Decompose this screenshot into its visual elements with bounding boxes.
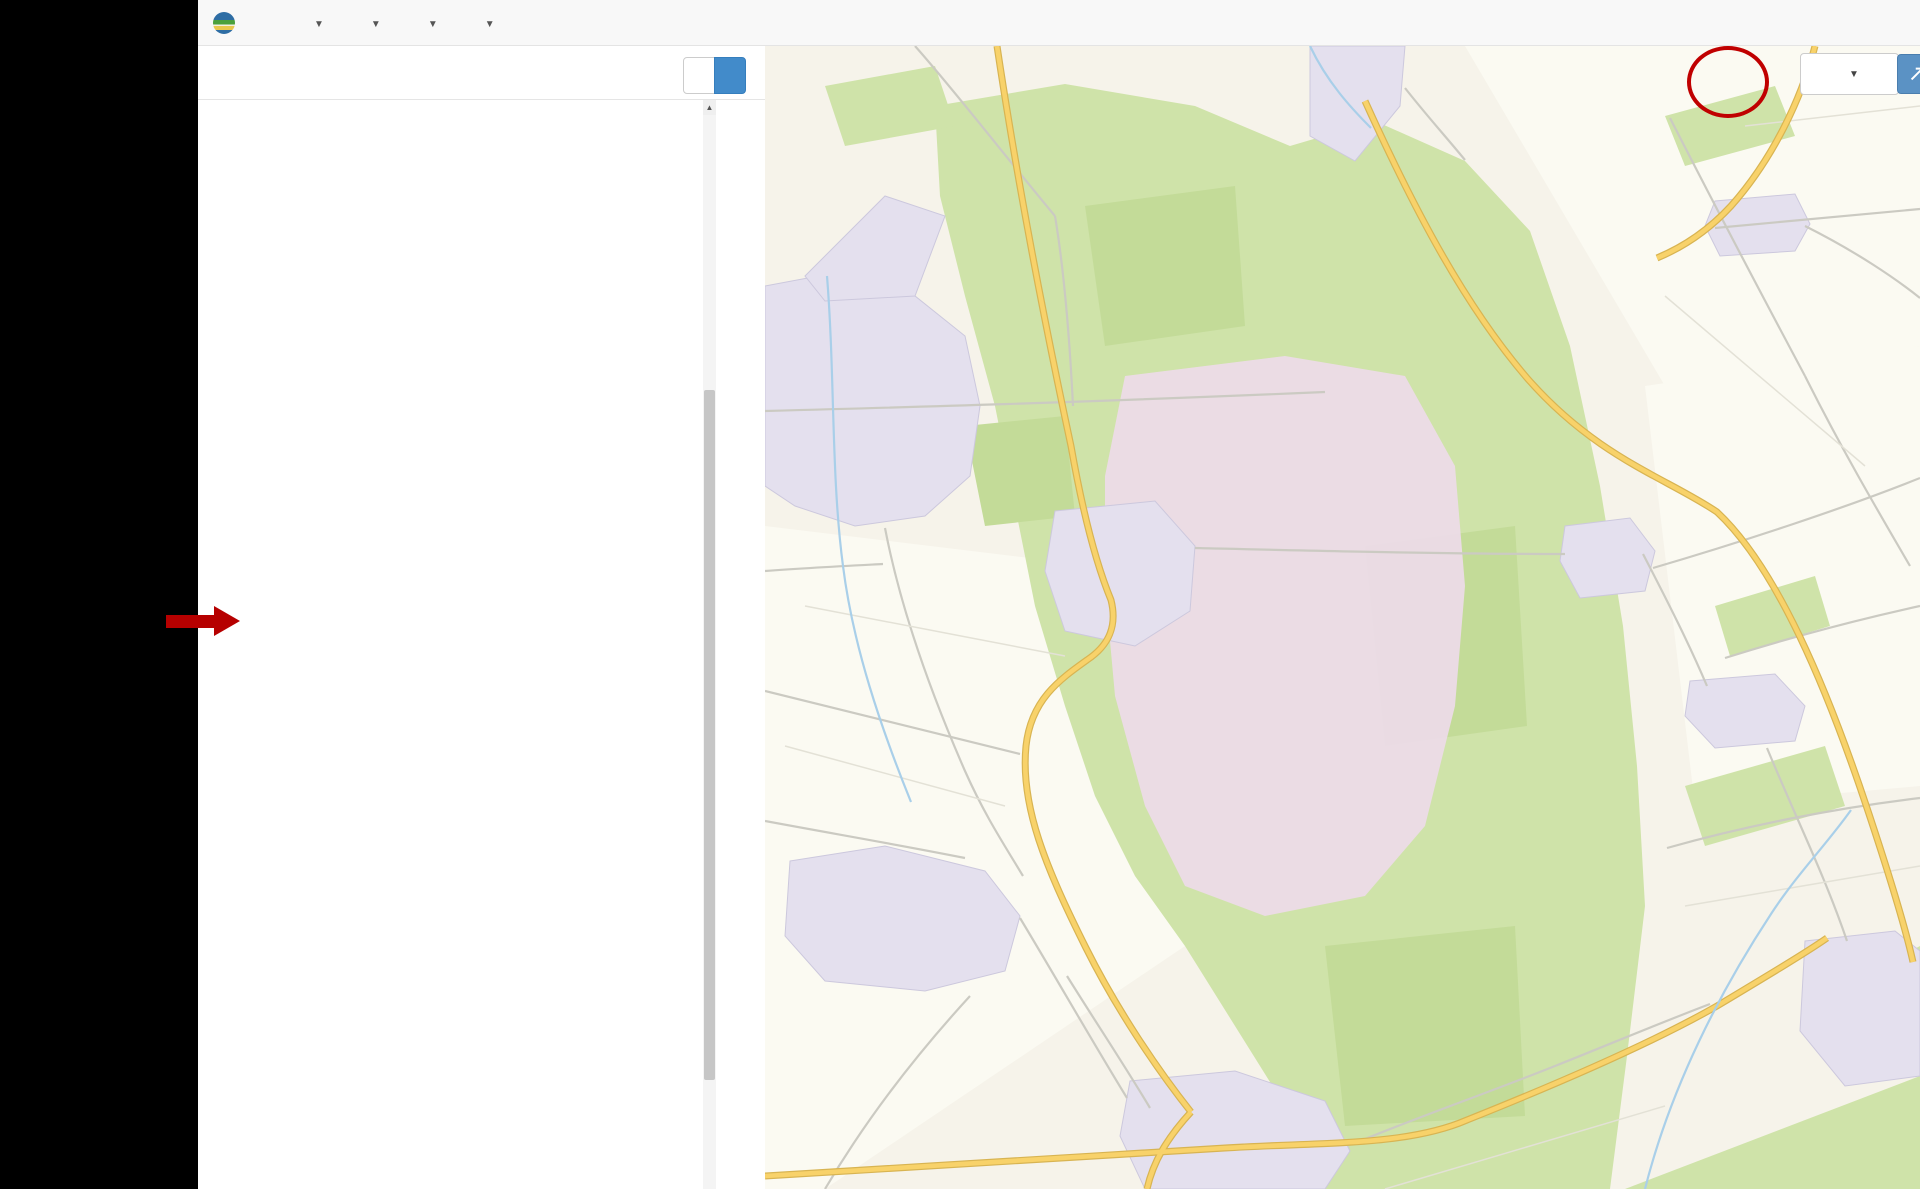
measure-button[interactable] [1897,54,1920,94]
layer-panel: ▲ [198,46,765,1189]
chevron-down-icon: ▼ [371,19,381,30]
base-map [765,46,1920,1189]
panel-button-group [683,57,746,94]
menu-ausgabe[interactable]: ▼ [368,14,381,31]
panel-scrollbar[interactable]: ▲ [703,100,716,1189]
scale-select[interactable]: ▼ [1800,53,1899,95]
menu-werkzeuge[interactable]: ▼ [425,14,438,31]
top-navbar: ▼ ▼ ▼ ▼ [198,0,1920,46]
legend-button[interactable] [683,57,715,94]
restricted-zone [1105,356,1465,916]
kreis-dueren-logo-icon [212,11,236,35]
map-viewport[interactable]: ▼ [765,46,1920,1189]
scrollbar-thumb[interactable] [704,390,715,1080]
menu-service[interactable]: ▼ [482,14,495,31]
annotation-arrow-head-icon [214,606,240,636]
menu-suchen[interactable]: ▼ [311,14,324,31]
annotation-arrow [166,615,214,628]
chevron-down-icon: ▼ [314,19,324,30]
chevron-down-icon: ▼ [1849,69,1859,80]
chevron-down-icon: ▼ [428,19,438,30]
scroll-up-icon[interactable]: ▲ [703,100,716,115]
layer-panel-header [198,46,765,100]
chevron-down-icon: ▼ [485,19,495,30]
left-margin [0,0,198,1189]
close-button[interactable] [714,57,746,94]
app-window: ▼ ▼ ▼ ▼ ▲ [0,0,1920,1189]
measure-icon [1907,64,1920,84]
layer-list [205,100,713,1189]
